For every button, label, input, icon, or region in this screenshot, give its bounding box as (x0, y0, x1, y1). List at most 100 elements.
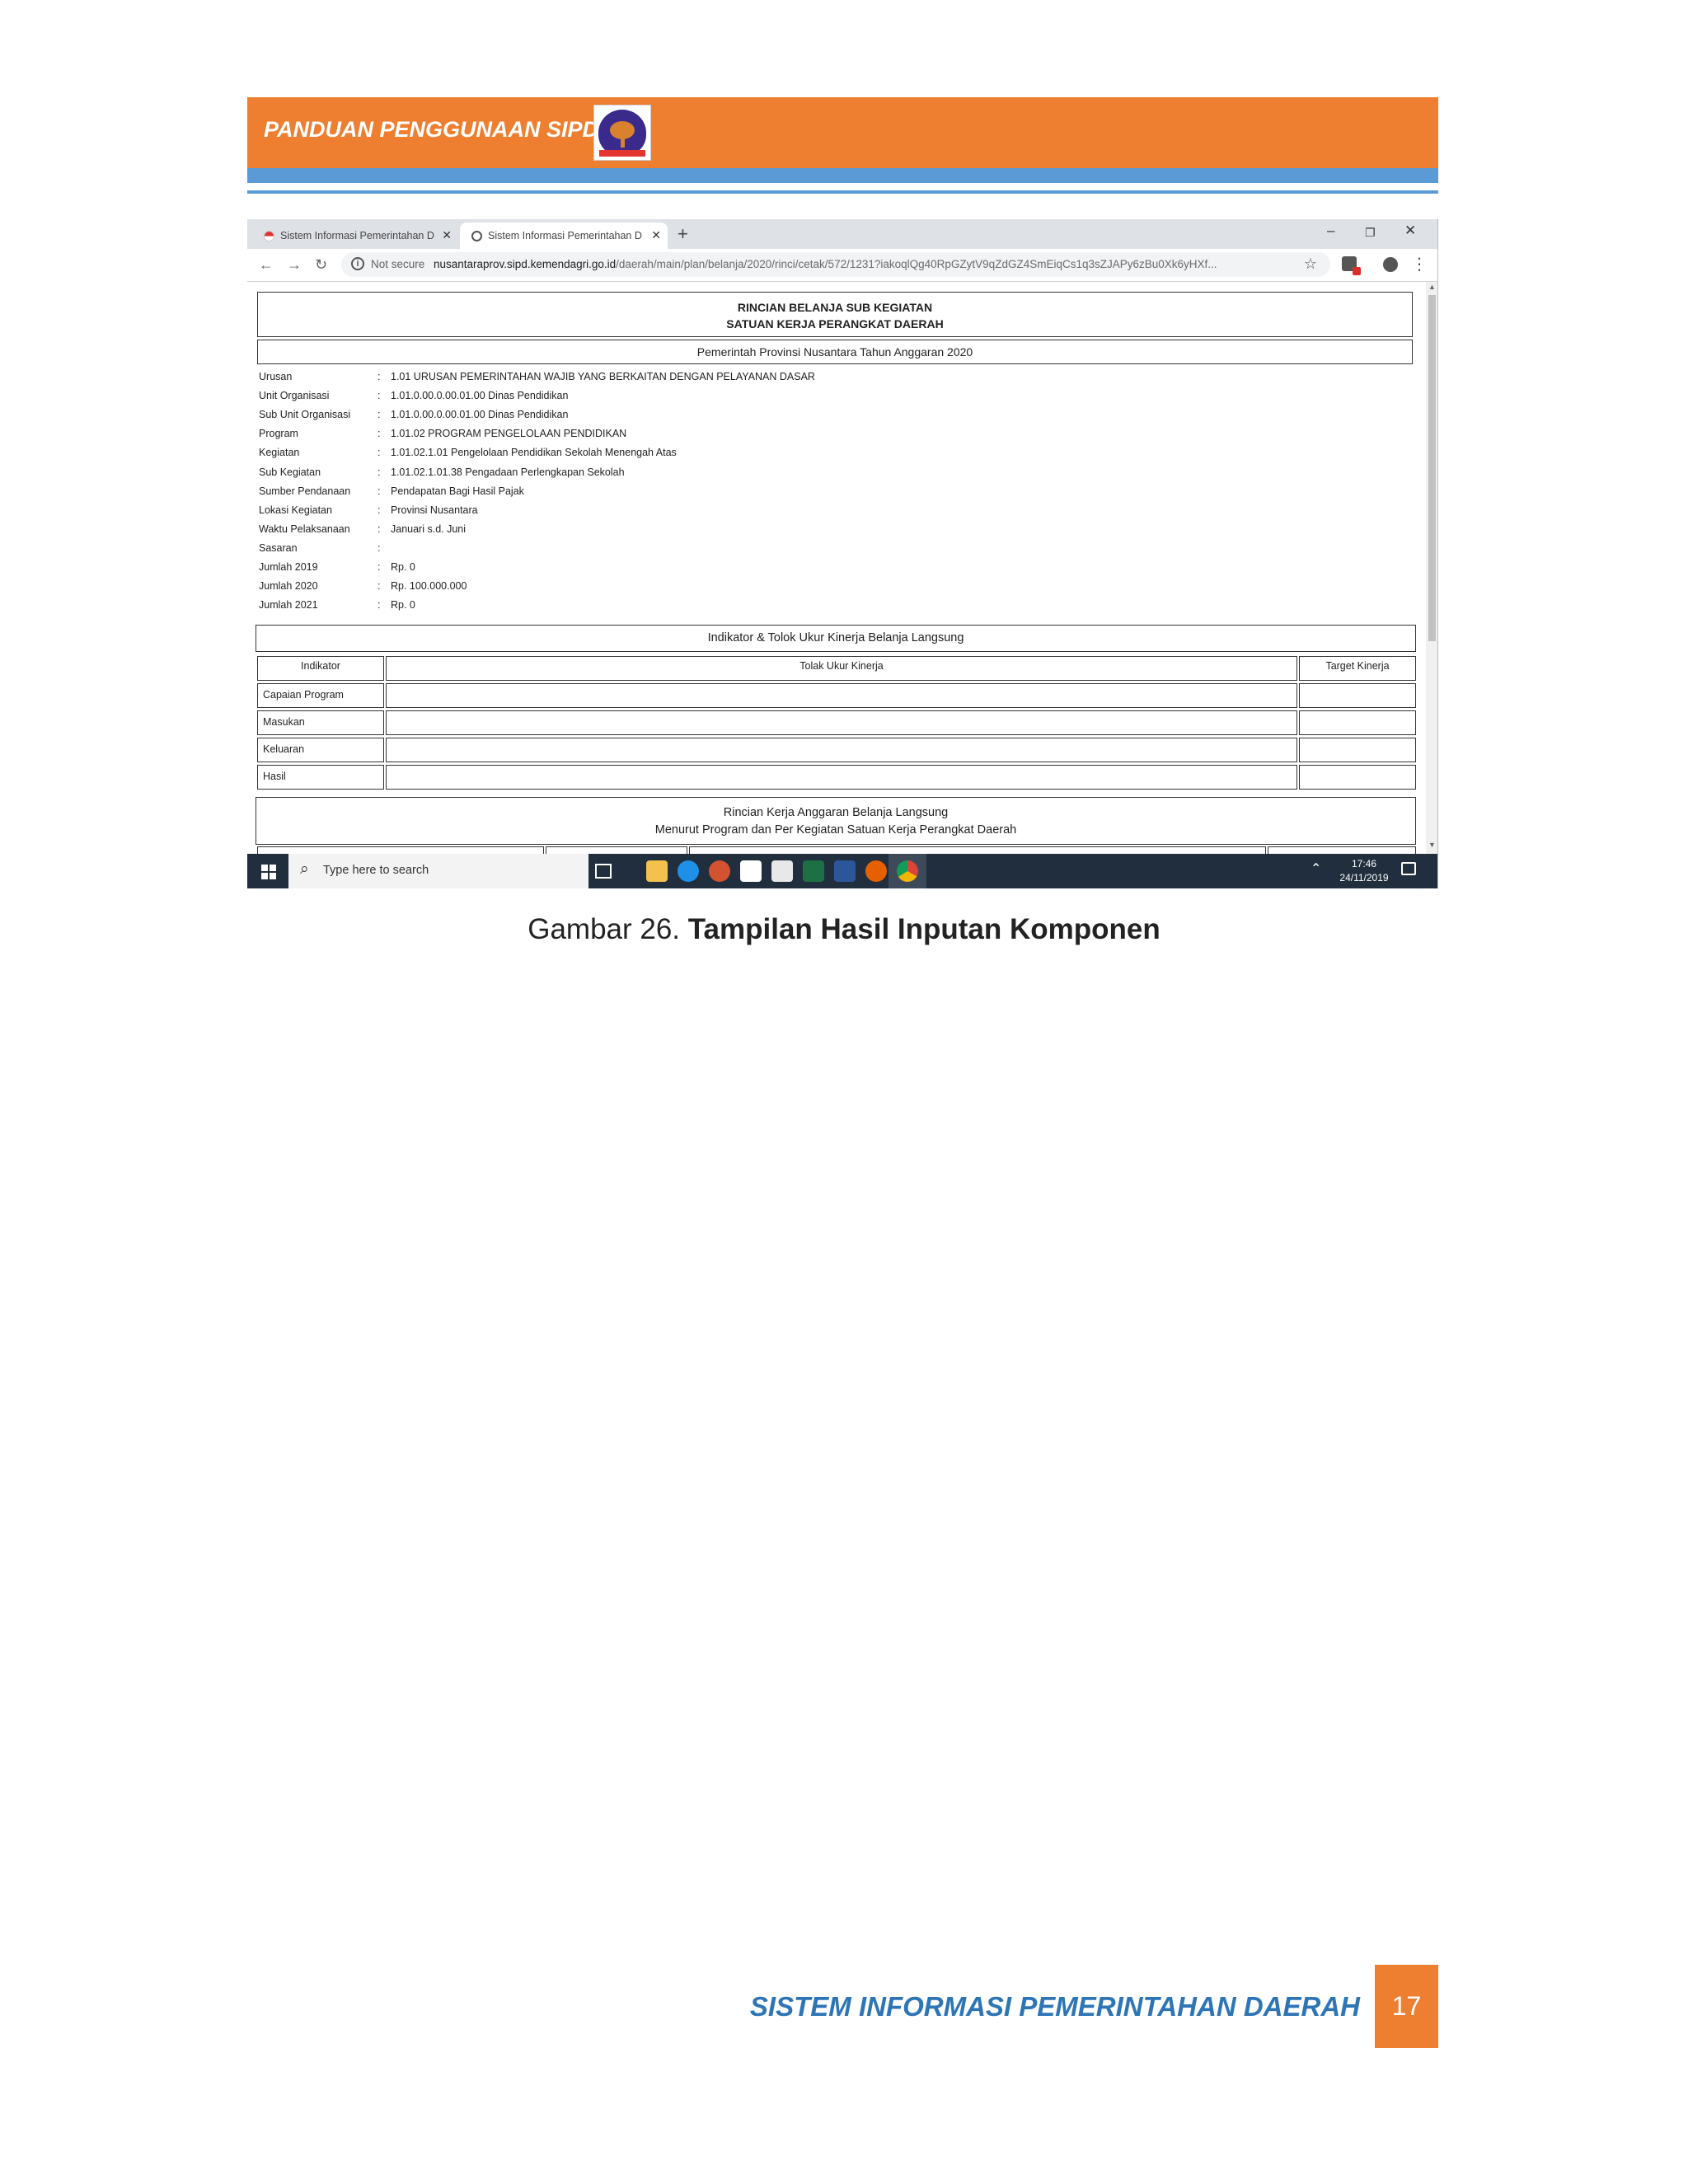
omnibox[interactable]: i Not secure nusantaraprov.sipd.kemendag… (341, 252, 1330, 277)
info-value: 1.01.02.1.01 Pengelolaan Pendidikan Seko… (391, 447, 677, 459)
task-view-icon[interactable] (595, 864, 612, 879)
store-icon[interactable] (740, 860, 762, 882)
document-header-title: PANDUAN PENGGUNAAN SIPD (264, 117, 599, 142)
info-colon: : (377, 409, 381, 421)
logo-trunk-icon (621, 136, 625, 148)
info-row: Sasaran: (259, 542, 1001, 561)
info-label: Jumlah 2020 (259, 580, 318, 593)
info-row: Kegiatan:1.01.02.1.01 Pengelolaan Pendid… (259, 447, 1001, 466)
info-value: Rp. 100.000.000 (391, 580, 467, 593)
close-window-icon[interactable]: ✕ (1404, 223, 1416, 239)
indonesia-flag-icon (264, 231, 274, 241)
taskbar-search-box[interactable]: ⌕ Type here to search (288, 854, 588, 888)
info-row: Unit Organisasi:1.01.0.00.0.00.01.00 Din… (259, 390, 1001, 409)
table-cell-empty (1299, 738, 1416, 762)
tray-date: 24/11/2019 (1339, 872, 1389, 883)
taskbar-search-placeholder: Type here to search (323, 864, 429, 877)
info-colon: : (377, 561, 381, 573)
powerpoint-icon[interactable] (709, 860, 730, 882)
table-cell-empty (386, 683, 1297, 708)
not-secure-label: Not secure (371, 258, 425, 270)
scroll-down-icon[interactable]: ▼ (1428, 841, 1436, 849)
minimize-icon[interactable]: – (1327, 223, 1334, 239)
info-label: Sub Unit Organisasi (259, 409, 351, 421)
new-tab-icon[interactable]: + (678, 223, 688, 245)
scroll-up-icon[interactable]: ▲ (1428, 283, 1436, 291)
tray-time: 17:46 (1351, 858, 1377, 869)
windows-start-icon[interactable] (261, 865, 276, 879)
profile-icon[interactable] (1383, 257, 1398, 272)
info-value: Provinsi Nusantara (391, 504, 478, 516)
table-cell-empty (1299, 710, 1416, 735)
rincian-kerja-line-1: Rincian Kerja Anggaran Belanja Langsung (723, 806, 949, 819)
rincian-kerja-line-2: Menurut Program dan Per Kegiatan Satuan … (654, 823, 1017, 837)
document-header: PANDUAN PENGGUNAAN SIPD (247, 97, 1438, 168)
info-icon[interactable]: i (351, 257, 364, 270)
file-explorer-icon[interactable] (646, 860, 668, 882)
logo-emblem (598, 110, 646, 156)
address-bar: ← → ↻ i Not secure nusantaraprov.sipd.ke… (247, 249, 1437, 282)
col-tolak-ukur-kinerja: Tolak Ukur Kinerja (386, 656, 1297, 681)
col-target-kinerja: Target Kinerja (1299, 656, 1416, 681)
info-value: 1.01.02.1.01.38 Pengadaan Perlengkapan S… (391, 466, 625, 478)
table-row-label: Hasil (257, 765, 384, 790)
excel-icon[interactable] (803, 860, 824, 882)
footer-title: SISTEM INFORMASI PEMERINTAHAN DAERAH (749, 1991, 1360, 2022)
close-tab-icon[interactable]: ✕ (442, 228, 452, 242)
forward-arrow-icon[interactable]: → (287, 256, 302, 274)
tray-clock[interactable]: 17:46 24/11/2019 (1335, 857, 1393, 885)
chrome-taskbar-active[interactable] (889, 854, 926, 888)
notification-icon[interactable] (1401, 862, 1416, 875)
globe-icon (471, 231, 482, 241)
firefox-icon[interactable] (865, 860, 887, 882)
info-label: Sasaran (259, 541, 298, 554)
info-label: Kegiatan (259, 447, 300, 459)
table-row-label: Keluaran (257, 738, 384, 762)
info-label: Lokasi Kegiatan (259, 504, 332, 516)
url-host: nusantaraprov.sipd.kemendagri.go.id (434, 258, 617, 270)
info-value: Rp. 0 (391, 561, 415, 573)
tray-chevron-icon[interactable]: ⌃ (1311, 860, 1321, 877)
info-label: Program (259, 428, 298, 440)
info-row: Waktu Pelaksanaan: Januari s.d. Juni (259, 523, 1001, 542)
search-icon: ⌕ (300, 860, 309, 878)
vertical-scrollbar[interactable]: ▲ ▼ (1426, 282, 1437, 854)
header-blue-line (247, 190, 1438, 194)
scrollbar-thumb[interactable] (1428, 295, 1436, 641)
table-row-label: Masukan (257, 710, 384, 735)
back-arrow-icon[interactable]: ← (259, 256, 274, 274)
restore-icon[interactable]: ❐ (1365, 226, 1376, 240)
kebab-menu-icon[interactable]: ⋮ (1411, 254, 1428, 274)
table-cell-empty (386, 710, 1297, 735)
kemendagri-logo (593, 105, 651, 161)
browser-tab-1[interactable]: Sistem Informasi Pemerintahan D ✕ (252, 223, 458, 249)
info-colon: : (377, 504, 381, 516)
info-colon: : (377, 523, 381, 535)
table-cell-empty (386, 738, 1297, 762)
bookmark-star-icon[interactable]: ☆ (1304, 255, 1317, 273)
info-colon: : (377, 390, 381, 402)
browser-tab-bar: Sistem Informasi Pemerintahan D ✕ Sistem… (247, 219, 1437, 249)
tab-label: Sistem Informasi Pemerintahan D (280, 230, 434, 241)
info-row: Lokasi Kegiatan: Provinsi Nusantara (259, 504, 1001, 523)
report-title-line-2: SATUAN KERJA PERANGKAT DAERAH (726, 317, 944, 330)
info-row: Jumlah 2020: Rp. 100.000.000 (259, 580, 1001, 599)
info-label: Sub Kegiatan (259, 466, 321, 478)
report-subtitle: Pemerintah Provinsi Nusantara Tahun Angg… (257, 340, 1413, 364)
report-title-line-1: RINCIAN BELANJA SUB KEGIATAN (737, 301, 933, 314)
close-tab-icon[interactable]: ✕ (651, 228, 661, 242)
word-icon[interactable] (834, 860, 856, 882)
extension-icon[interactable] (1342, 256, 1361, 275)
info-row: Sub Unit Organisasi:1.01.0.00.0.00.01.00… (259, 409, 1001, 428)
browser-screenshot: Sistem Informasi Pemerintahan D ✕ Sistem… (247, 219, 1438, 888)
info-label: Jumlah 2019 (259, 561, 318, 573)
col-indikator: Indikator (257, 656, 384, 681)
browser-tab-2-active[interactable]: Sistem Informasi Pemerintahan D ✕ (460, 223, 668, 249)
mail-icon[interactable] (771, 860, 793, 882)
reload-icon[interactable]: ↻ (315, 256, 327, 274)
caption-title: Tampilan Hasil Inputan Komponen (687, 913, 1160, 945)
info-label: Waktu Pelaksanaan (259, 523, 350, 535)
info-value: Rp. 0 (391, 599, 415, 612)
info-row: Sub Kegiatan:1.01.02.1.01.38 Pengadaan P… (259, 466, 1001, 485)
edge-icon[interactable] (678, 860, 699, 882)
